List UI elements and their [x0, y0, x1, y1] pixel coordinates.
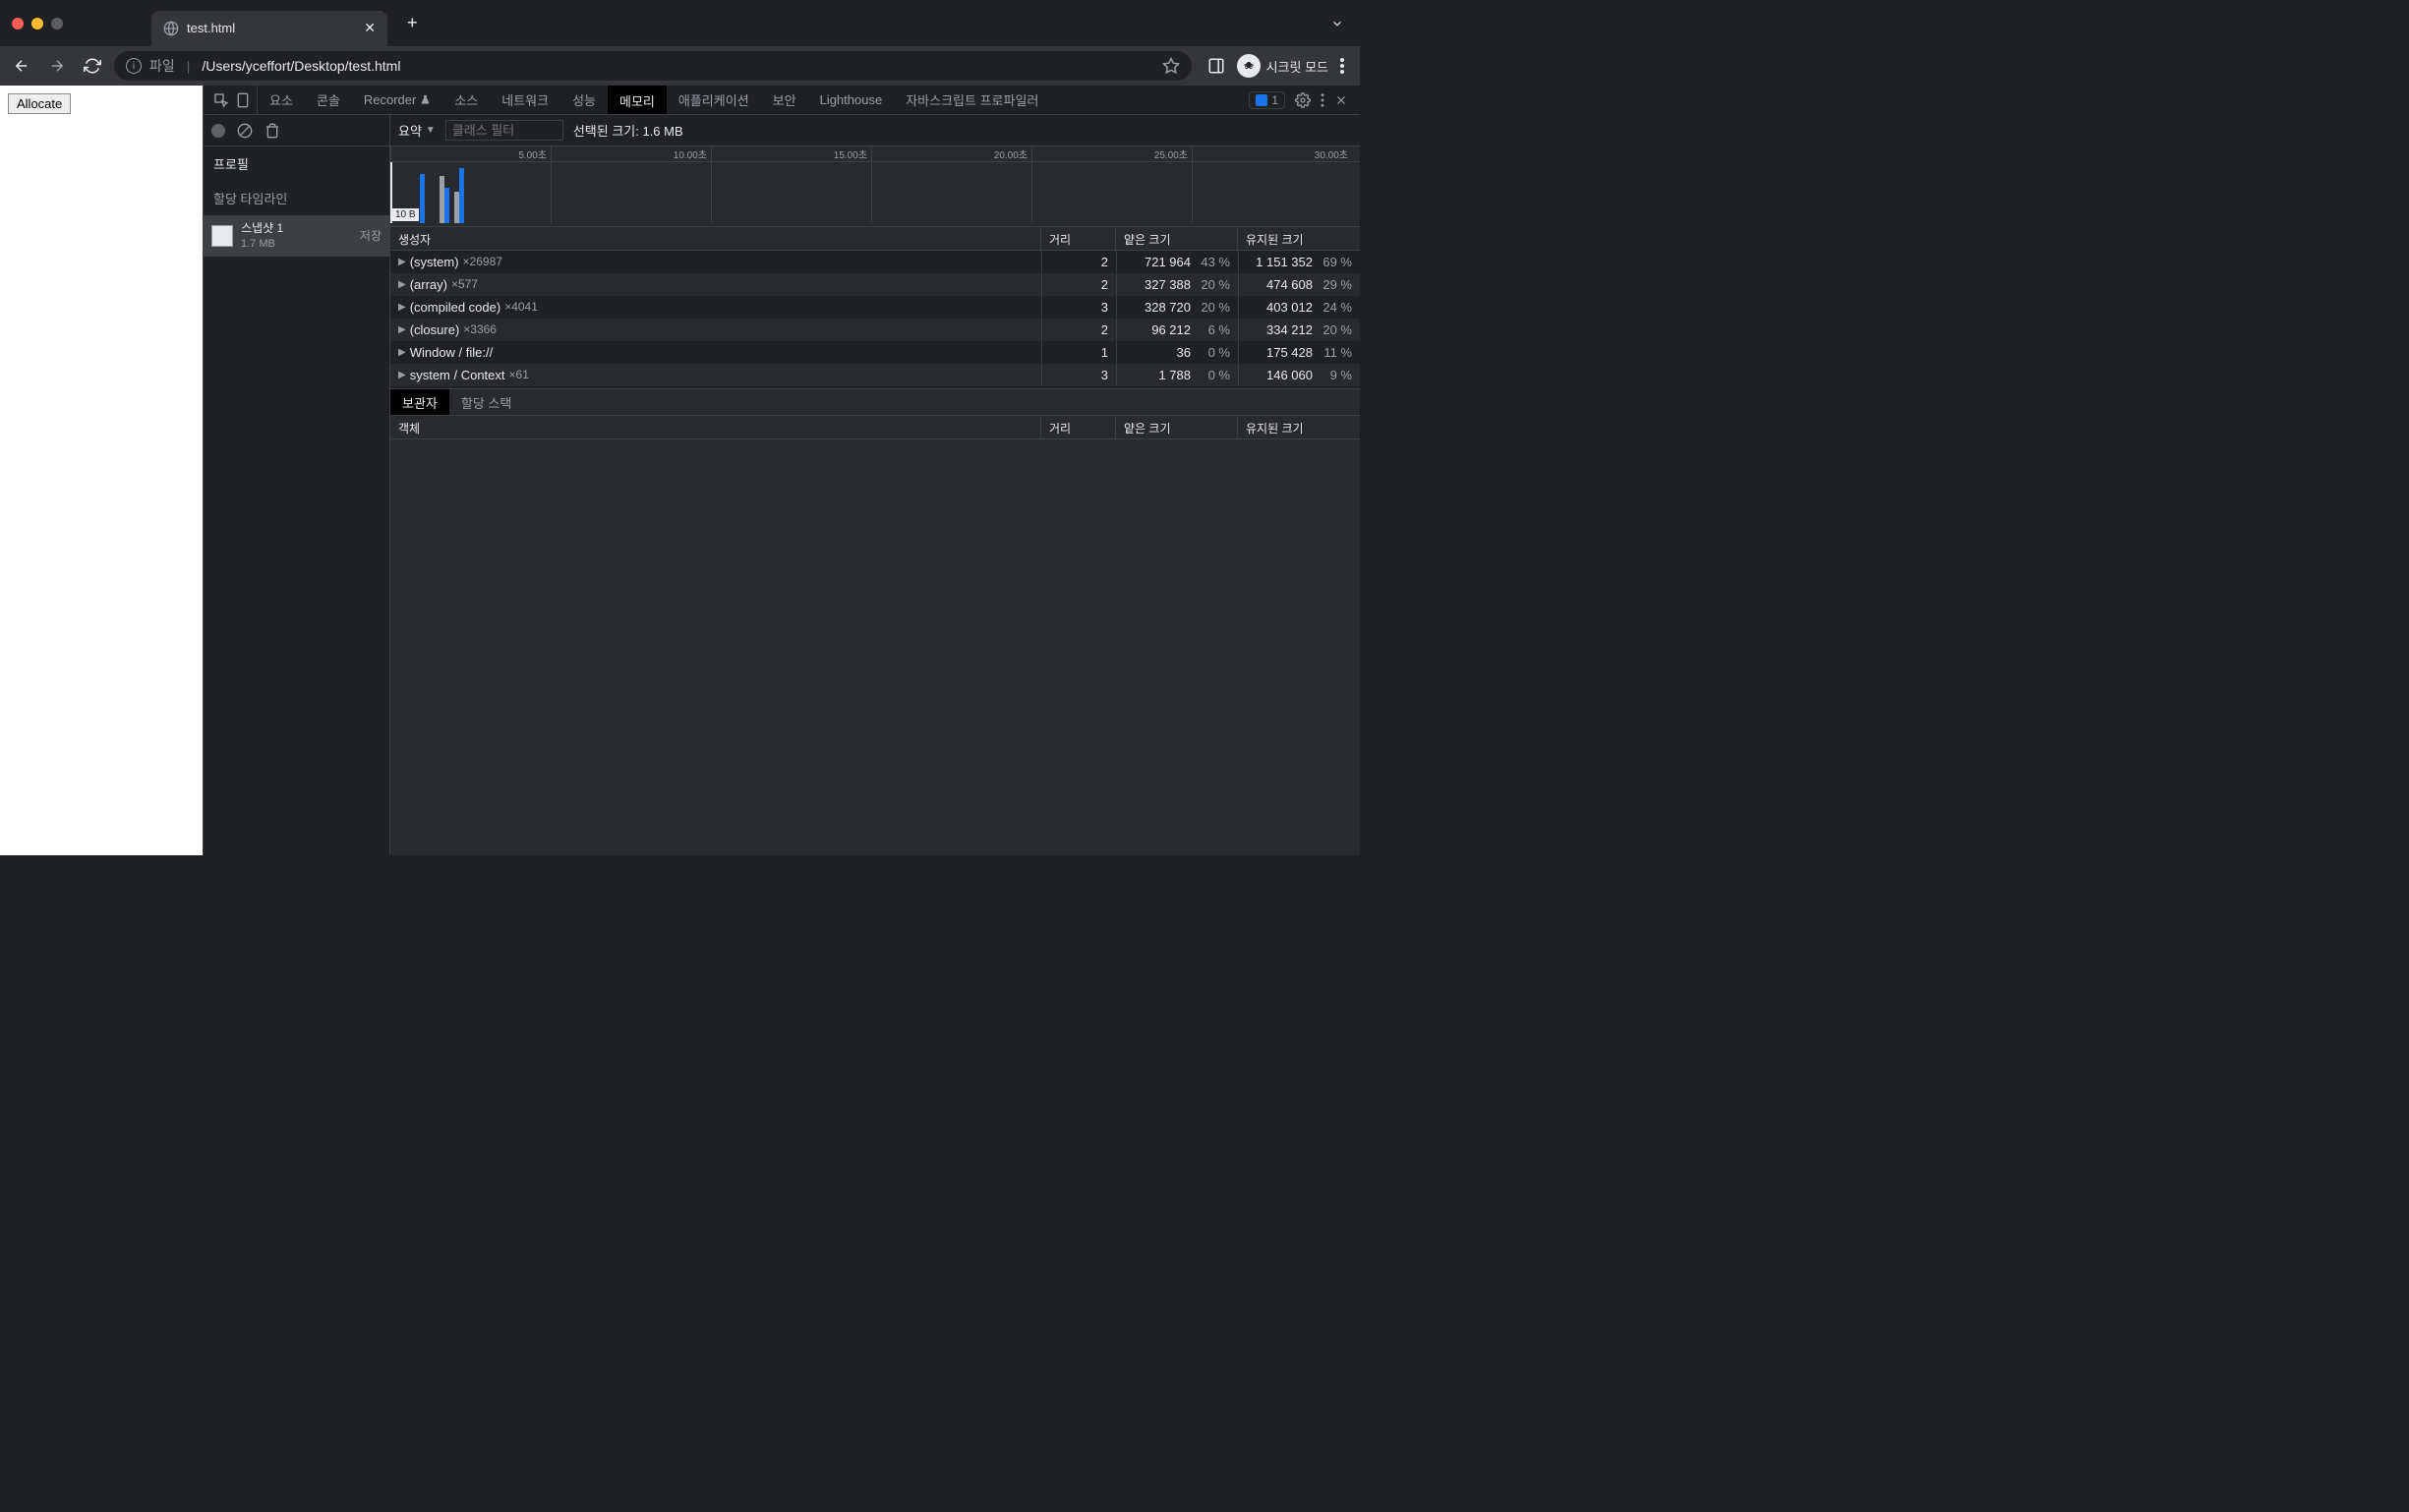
snapshot-item[interactable]: 스냅샷 1 1.7 MB 저장 [204, 215, 389, 257]
expand-arrow-icon[interactable]: ▶ [398, 347, 406, 358]
globe-icon [163, 21, 179, 36]
snapshot-size: 1.7 MB [241, 237, 352, 251]
record-button[interactable] [211, 124, 225, 138]
timeline-marker [390, 162, 392, 223]
expand-arrow-icon[interactable]: ▶ [398, 279, 406, 290]
view-select[interactable]: 요약 ▼ [398, 121, 436, 140]
retainers-body [390, 439, 1360, 855]
issue-icon [1256, 94, 1267, 106]
class-filter-input[interactable] [445, 120, 563, 141]
window-maximize-button[interactable] [51, 18, 63, 29]
tab-performance[interactable]: 성능 [560, 86, 608, 114]
page-content: Allocate [0, 86, 203, 855]
chevron-down-icon: ▼ [426, 125, 436, 136]
constructor-table: 생성자 거리 얕은 크기 유지된 크기 ▶(system)×26987 2 72… [390, 227, 1360, 855]
snapshot-save-link[interactable]: 저장 [360, 227, 382, 244]
table-row[interactable]: ▶(array)×577 2 327 38820 % 474 60829 % [390, 273, 1360, 296]
reload-button[interactable] [79, 52, 106, 80]
star-icon[interactable] [1162, 57, 1180, 75]
expand-arrow-icon[interactable]: ▶ [398, 370, 406, 380]
incognito-icon [1237, 54, 1261, 78]
tab-recorder[interactable]: Recorder [352, 86, 442, 114]
close-tab-button[interactable]: ✕ [364, 20, 376, 36]
expand-arrow-icon[interactable]: ▶ [398, 302, 406, 313]
table-row[interactable]: ▶(compiled code)×4041 3 328 72020 % 403 … [390, 296, 1360, 319]
th-retained[interactable]: 유지된 크기 [1238, 227, 1360, 250]
back-button[interactable] [8, 52, 35, 80]
tabs-dropdown-icon[interactable] [1330, 17, 1344, 30]
timeline-bar [459, 168, 464, 223]
expand-arrow-icon[interactable]: ▶ [398, 257, 406, 267]
site-info-icon[interactable]: i [126, 58, 142, 74]
sidebar-section-label: 할당 타임라인 [204, 181, 389, 215]
traffic-lights [12, 18, 63, 29]
inspect-icon[interactable] [213, 92, 229, 108]
table-row[interactable]: ▶(closure)×3366 2 96 2126 % 334 21220 % [390, 319, 1360, 341]
memory-main: 요약 ▼ 선택된 크기: 1.6 MB 5.00초 10.00초 15.00초 … [390, 115, 1360, 855]
device-toggle-icon[interactable] [235, 92, 251, 108]
tab-lighthouse[interactable]: Lighthouse [808, 86, 895, 114]
tab-security[interactable]: 보안 [761, 86, 808, 114]
retainers-tabs: 보관자 할당 스택 [390, 388, 1360, 416]
window-minimize-button[interactable] [31, 18, 43, 29]
tab-retainers[interactable]: 보관자 [390, 389, 449, 415]
th-object[interactable]: 객체 [390, 416, 1041, 438]
devtools-tabbar: 요소 콘솔 Recorder 소스 네트워크 성능 메모리 애플리케이션 보안 … [204, 86, 1360, 115]
tab-network[interactable]: 네트워크 [490, 86, 560, 114]
address-bar[interactable]: i 파일 | /Users/yceffort/Desktop/test.html [114, 51, 1192, 81]
tab-elements[interactable]: 요소 [258, 86, 305, 114]
th-retained-2[interactable]: 유지된 크기 [1238, 416, 1360, 438]
th-shallow[interactable]: 얕은 크기 [1116, 227, 1238, 250]
close-devtools-icon[interactable] [1334, 93, 1348, 107]
snapshot-thumb-icon [211, 225, 233, 247]
timeline-bar [444, 188, 449, 223]
allocate-button[interactable]: Allocate [8, 93, 71, 114]
memory-toolbar: 요약 ▼ 선택된 크기: 1.6 MB [390, 115, 1360, 146]
incognito-label: 시크릿 모드 [1266, 57, 1328, 76]
tab-console[interactable]: 콘솔 [305, 86, 352, 114]
addr-path: /Users/yceffort/Desktop/test.html [202, 58, 400, 74]
table-row[interactable]: ▶Window / file:// 1 360 % 175 42811 % [390, 341, 1360, 364]
window-titlebar: test.html ✕ + [0, 0, 1360, 46]
settings-icon[interactable] [1295, 92, 1311, 108]
browser-menu-icon[interactable] [1340, 58, 1344, 74]
memory-sidebar: 프로필 할당 타임라인 스냅샷 1 1.7 MB 저장 [204, 115, 390, 855]
tab-alloc-stack[interactable]: 할당 스택 [449, 389, 523, 415]
expand-arrow-icon[interactable]: ▶ [398, 324, 406, 335]
clear-icon[interactable] [237, 123, 253, 139]
timeline-bar [420, 174, 425, 223]
devtools-menu-icon[interactable] [1321, 93, 1324, 107]
sidebar-profile-label: 프로필 [204, 146, 389, 181]
window-close-button[interactable] [12, 18, 24, 29]
side-panel-icon[interactable] [1207, 57, 1225, 75]
snapshot-name: 스냅샷 1 [241, 221, 352, 237]
tab-js-profiler[interactable]: 자바스크립트 프로파일러 [894, 86, 1050, 114]
flask-icon [420, 94, 431, 105]
issue-count: 1 [1271, 93, 1278, 107]
table-row[interactable]: ▶(system)×26987 2 721 96443 % 1 151 3526… [390, 251, 1360, 273]
tab-title: test.html [187, 21, 356, 35]
allocation-timeline[interactable]: 5.00초 10.00초 15.00초 20.00초 25.00초 30.00초 [390, 146, 1360, 227]
browser-tab[interactable]: test.html ✕ [151, 11, 387, 46]
table-row[interactable]: ▶system / Context×61 3 1 7880 % 146 0609… [390, 364, 1360, 386]
th-shallow-2[interactable]: 얕은 크기 [1116, 416, 1238, 438]
issues-badge[interactable]: 1 [1249, 91, 1285, 109]
forward-button[interactable] [43, 52, 71, 80]
incognito-badge: 시크릿 모드 [1237, 54, 1328, 78]
th-distance-2[interactable]: 거리 [1041, 416, 1116, 438]
selected-size-label: 선택된 크기: 1.6 MB [573, 121, 683, 140]
tab-memory[interactable]: 메모리 [608, 86, 667, 114]
tab-application[interactable]: 애플리케이션 [667, 86, 761, 114]
addr-separator: | [187, 58, 191, 74]
new-tab-button[interactable]: + [407, 13, 418, 33]
tab-sources[interactable]: 소스 [442, 86, 490, 114]
trash-icon[interactable] [264, 123, 280, 139]
th-constructor[interactable]: 생성자 [390, 227, 1041, 250]
addr-scheme-label: 파일 [149, 56, 175, 76]
devtools-panel: 요소 콘솔 Recorder 소스 네트워크 성능 메모리 애플리케이션 보안 … [203, 86, 1360, 855]
timeline-badge: 10 B [392, 208, 419, 221]
th-distance[interactable]: 거리 [1041, 227, 1116, 250]
browser-toolbar: i 파일 | /Users/yceffort/Desktop/test.html… [0, 46, 1360, 86]
